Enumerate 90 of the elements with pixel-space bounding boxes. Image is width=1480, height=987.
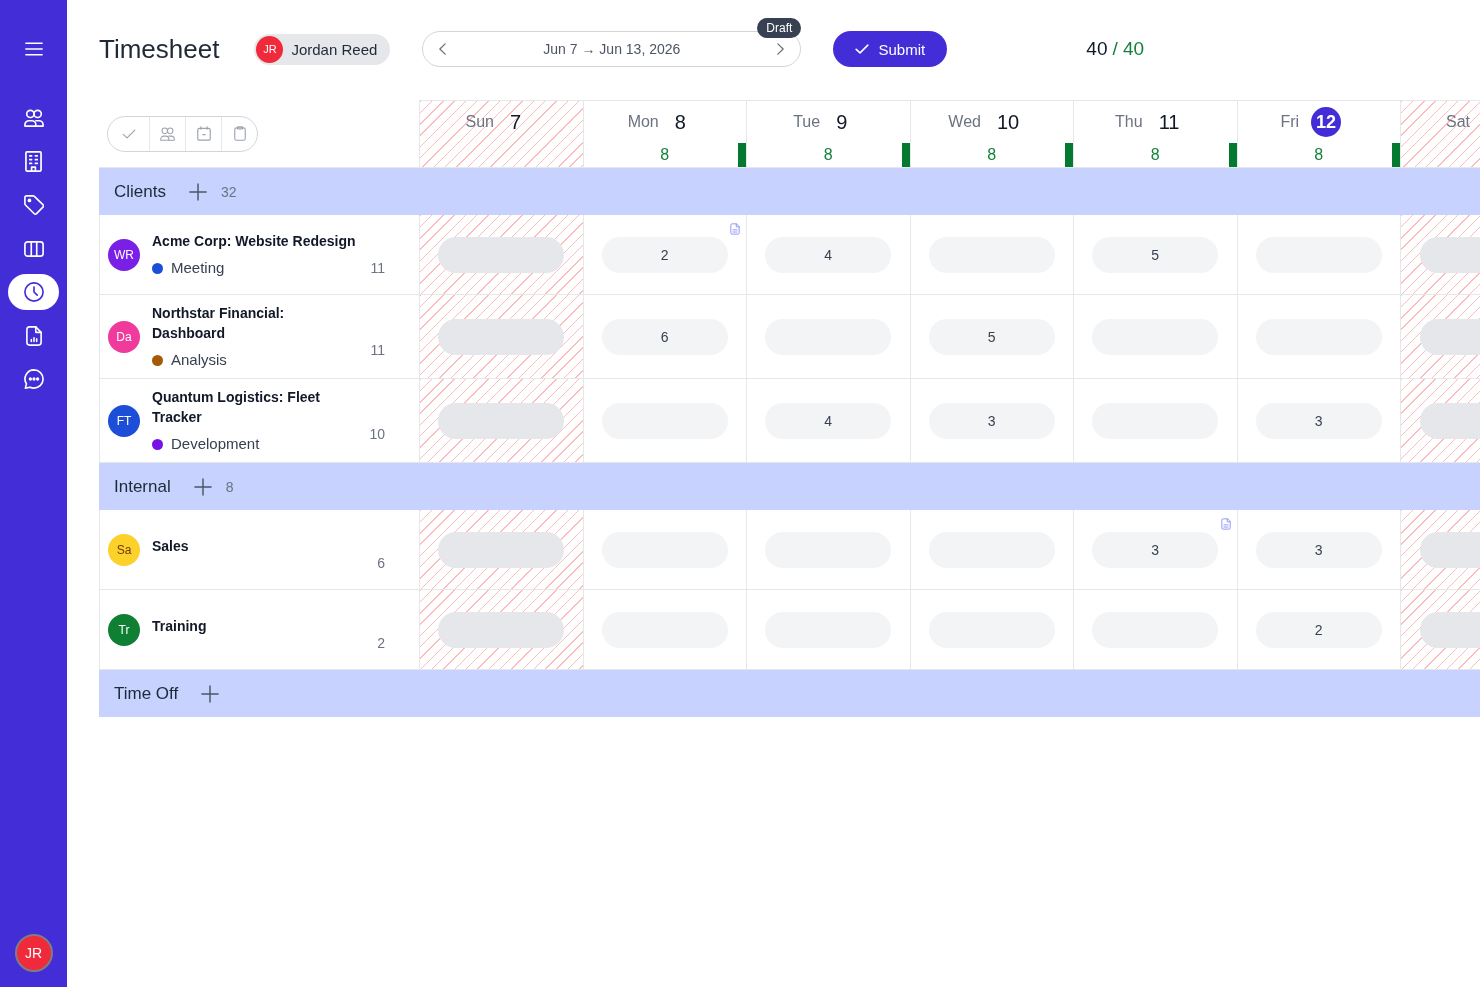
project-title: Quantum Logistics: Fleet Tracker	[152, 388, 321, 427]
hours-field[interactable]: 5	[928, 318, 1055, 355]
hours-field[interactable]	[1420, 236, 1480, 273]
hours-logged: 40	[1086, 38, 1108, 60]
day-label: Fri	[1280, 113, 1300, 131]
hours-target: / 40	[1112, 38, 1145, 60]
group-name: Time Off	[114, 683, 179, 704]
hours-field[interactable]	[438, 402, 565, 439]
user-avatar: JR	[256, 35, 284, 63]
chevron-right-icon	[777, 43, 785, 55]
hours-field[interactable]	[438, 236, 565, 273]
project-avatar: Tr	[108, 613, 140, 646]
day-label: Mon	[627, 113, 659, 131]
hours-field[interactable]: 4	[765, 236, 892, 273]
group-total: 32	[220, 183, 237, 200]
day-total: 8	[823, 146, 833, 164]
day-date: 8	[674, 110, 686, 134]
group-name: Internal	[114, 476, 171, 497]
hours-field[interactable]	[438, 318, 565, 355]
hours-field[interactable]	[1420, 318, 1480, 355]
menu-icon	[24, 42, 43, 56]
chat-icon	[23, 369, 44, 389]
project-title: Acme Corp: Website Redesign	[152, 232, 357, 251]
day-total: 8	[1314, 146, 1324, 164]
project-title: Sales	[152, 536, 190, 556]
row-total: 11	[370, 342, 385, 358]
date-range-label: Jun 7 → Jun 13, 2026	[543, 41, 681, 57]
plus-icon	[201, 684, 220, 703]
project-title: Training	[152, 616, 208, 636]
plus-icon	[193, 477, 212, 496]
report-icon	[25, 325, 42, 346]
activity-label: Meeting	[171, 258, 225, 278]
plus-icon	[188, 182, 207, 201]
day-label: Sun	[465, 113, 494, 131]
people-icon	[160, 126, 175, 141]
hours-field[interactable]: 5	[1092, 236, 1219, 273]
row-total: 6	[377, 555, 385, 571]
columns-icon	[23, 240, 44, 257]
page-title: Timesheet	[99, 33, 220, 65]
project-avatar: WR	[108, 238, 140, 271]
hours-field[interactable]	[438, 531, 565, 568]
row-total: 11	[370, 260, 385, 276]
hours-field[interactable]: 3	[1255, 402, 1382, 439]
clock-icon	[23, 282, 44, 302]
day-label: Tue	[793, 113, 821, 131]
nav-button[interactable]	[8, 274, 59, 310]
day-date: 10	[996, 110, 1020, 134]
hours-field[interactable]: 3	[1255, 531, 1382, 568]
row-total: 2	[377, 635, 385, 651]
chevron-left-icon	[439, 43, 447, 55]
group-total: 8	[225, 478, 234, 495]
check-icon	[855, 44, 870, 54]
user-avatar[interactable]: JR	[14, 934, 53, 972]
clipboard-icon	[233, 126, 246, 141]
hours-field[interactable]: 3	[928, 402, 1055, 439]
project-title: Northstar Financial: Dashboard	[152, 304, 286, 343]
day-total: 8	[987, 146, 997, 164]
hours-field[interactable]	[438, 611, 565, 648]
day-label: Wed	[948, 113, 981, 131]
day-date: 11	[1158, 110, 1180, 134]
building-icon	[25, 151, 42, 172]
day-date: 9	[836, 110, 848, 134]
hours-field[interactable]: 3	[1092, 531, 1219, 568]
hours-field[interactable]	[1420, 402, 1480, 439]
day-date: 12	[1311, 107, 1342, 137]
hours-field[interactable]: 2	[1255, 611, 1382, 648]
hours-field[interactable]: 6	[601, 318, 728, 355]
day-total: 8	[660, 146, 670, 164]
user-chip[interactable]: JR Jordan Reed	[254, 33, 391, 65]
calendar-icon	[196, 126, 211, 141]
tag-icon	[23, 195, 44, 215]
day-date: 7	[509, 110, 522, 134]
people-icon	[23, 109, 44, 127]
group-name: Clients	[114, 181, 166, 202]
check-icon	[121, 128, 136, 139]
project-avatar: Da	[108, 320, 140, 353]
activity-label: Analysis	[171, 350, 227, 370]
hours-field[interactable]: 4	[765, 402, 892, 439]
hours-field[interactable]: 2	[601, 236, 728, 273]
day-label: Sat	[1446, 113, 1470, 131]
row-total: 10	[369, 426, 385, 442]
day-label: Thu	[1115, 113, 1143, 131]
hours-field[interactable]	[1420, 531, 1480, 568]
hours-field[interactable]	[1420, 611, 1480, 648]
activity-label: Development	[171, 434, 260, 454]
submit-button[interactable]: Submit	[833, 31, 948, 67]
project-avatar: Sa	[108, 533, 140, 566]
status-badge: Draft	[757, 18, 802, 38]
project-avatar: FT	[108, 404, 140, 437]
day-total: 8	[1150, 146, 1160, 164]
